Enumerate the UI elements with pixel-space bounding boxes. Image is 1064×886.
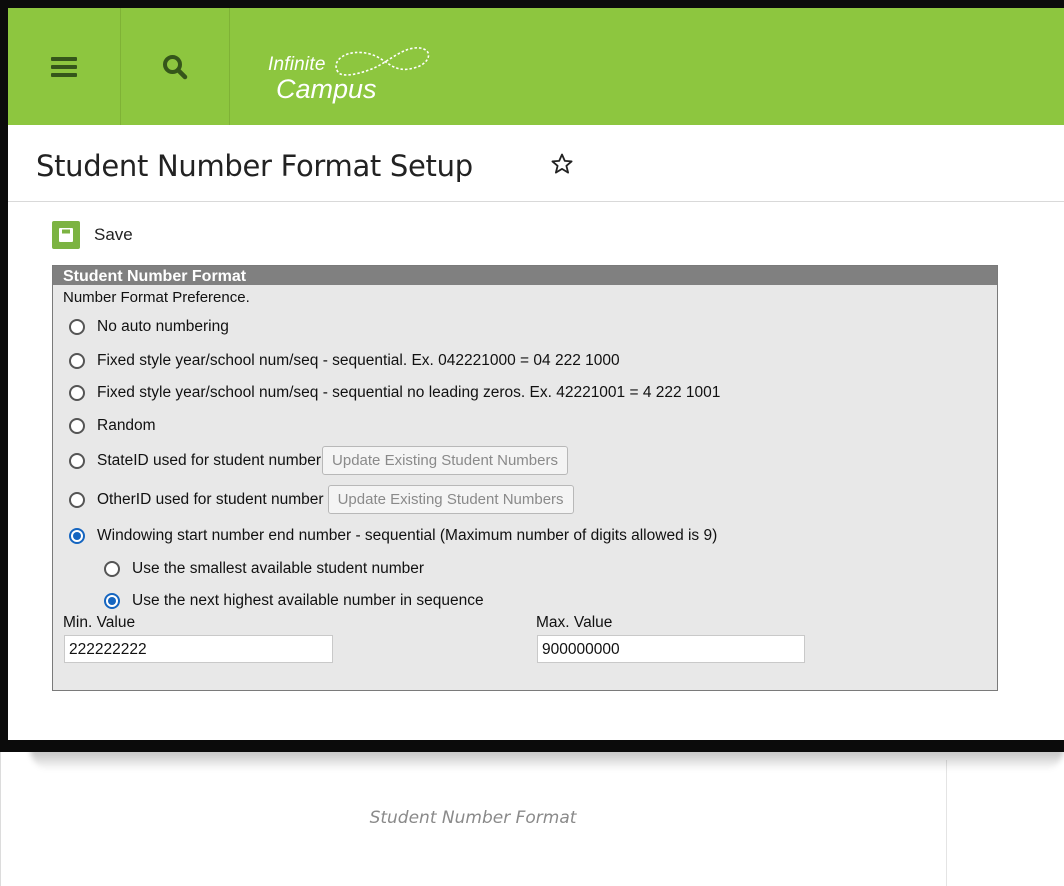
- option-label: No auto numbering: [97, 318, 229, 335]
- search-icon: [163, 54, 188, 79]
- infinite-campus-logo: Infinite Campus: [266, 30, 466, 110]
- option-fixed-no-leading-zeros[interactable]: Fixed style year/school num/seq - sequen…: [69, 384, 720, 402]
- search-button[interactable]: [121, 8, 230, 125]
- radio-button-selected[interactable]: [69, 528, 85, 544]
- radio-button[interactable]: [69, 319, 85, 335]
- option-windowing[interactable]: Windowing start number end number - sequ…: [69, 527, 717, 545]
- save-label: Save: [94, 225, 133, 244]
- header-bar: Infinite Campus: [8, 8, 1064, 125]
- option-fixed-sequential[interactable]: Fixed style year/school num/seq - sequen…: [69, 352, 620, 370]
- app-content: Infinite Campus Student Number Format Se…: [8, 8, 1064, 740]
- option-random[interactable]: Random: [69, 417, 156, 435]
- option-label: Use the smallest available student numbe…: [132, 560, 425, 577]
- logo-text-infinite: Infinite: [268, 54, 326, 75]
- page-title: Student Number Format Setup: [36, 149, 473, 183]
- max-value-input[interactable]: 900000000: [537, 635, 805, 663]
- logo-swoosh-icon: [335, 47, 430, 76]
- radio-button[interactable]: [69, 418, 85, 434]
- min-value-input[interactable]: 222222222: [64, 635, 333, 663]
- option-otherid[interactable]: OtherID used for student number Update E…: [69, 485, 574, 514]
- page-header: Student Number Format Setup: [8, 125, 1064, 202]
- option-label: Fixed style year/school num/seq - sequen…: [97, 352, 620, 369]
- star-outline-icon[interactable]: [550, 152, 574, 176]
- option-label: OtherID used for student number: [97, 490, 324, 508]
- radio-button[interactable]: [69, 452, 85, 469]
- option-label: Windowing start number end number - sequ…: [97, 527, 718, 544]
- radio-button[interactable]: [104, 561, 120, 577]
- max-value-label: Max. Value: [536, 614, 613, 631]
- figure-caption: Student Number Format: [369, 808, 577, 828]
- option-label: Fixed style year/school num/seq - sequen…: [97, 384, 721, 401]
- radio-button[interactable]: [69, 353, 85, 369]
- preference-label: Number Format Preference.: [63, 289, 250, 306]
- menu-button[interactable]: [8, 8, 121, 125]
- radio-button[interactable]: [69, 385, 85, 401]
- suboption-next-highest[interactable]: Use the next highest available number in…: [104, 592, 484, 610]
- update-existing-numbers-button-stateid[interactable]: Update Existing Student Numbers: [322, 446, 568, 475]
- option-label: Use the next highest available number in…: [132, 592, 484, 609]
- option-label: StateID used for student number: [97, 451, 322, 469]
- option-no-auto-numbering[interactable]: No auto numbering: [69, 318, 229, 336]
- save-button[interactable]: Save: [52, 220, 133, 250]
- student-number-format-panel: Student Number Format Number Format Pref…: [52, 265, 998, 691]
- min-value-label: Min. Value: [63, 614, 136, 631]
- radio-button[interactable]: [69, 491, 85, 508]
- panel-header: Student Number Format: [53, 266, 997, 285]
- hamburger-menu-icon: [51, 56, 77, 78]
- update-existing-numbers-button-otherid[interactable]: Update Existing Student Numbers: [327, 485, 574, 514]
- screenshot-window: Infinite Campus Student Number Format Se…: [0, 0, 1064, 752]
- option-label: Random: [97, 417, 156, 434]
- suboption-smallest-available[interactable]: Use the smallest available student numbe…: [104, 560, 424, 578]
- frame-divider: [946, 760, 947, 886]
- radio-button-selected[interactable]: [104, 593, 120, 609]
- option-stateid[interactable]: StateID used for student number Update E…: [69, 446, 568, 475]
- floppy-disk-icon: [52, 221, 80, 249]
